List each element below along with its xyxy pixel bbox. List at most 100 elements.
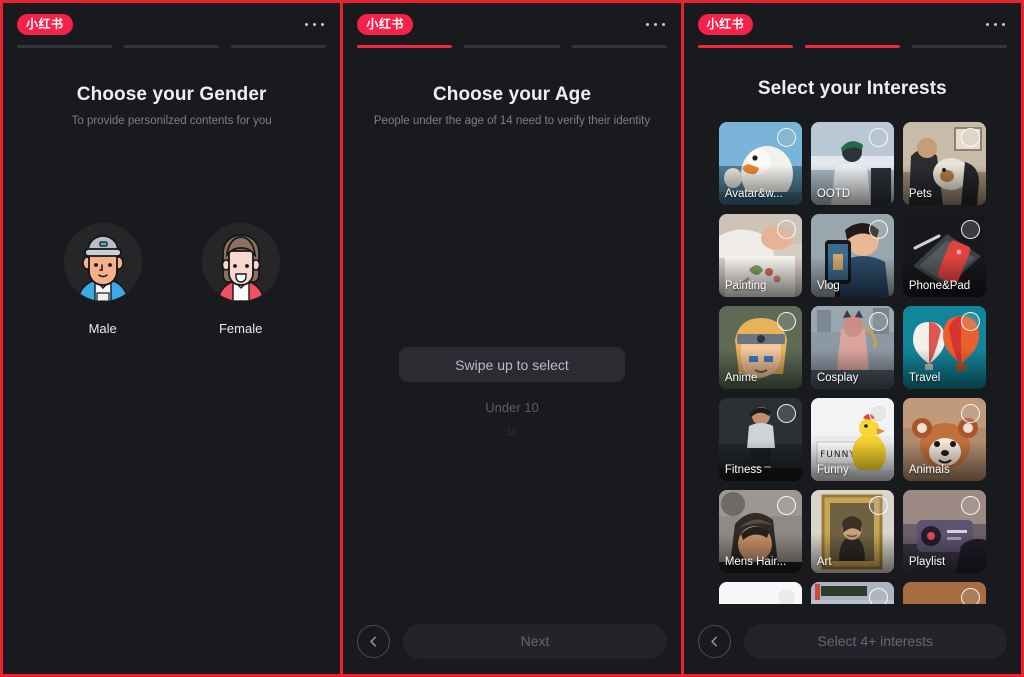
interest-tile[interactable]: OOTD (810, 122, 894, 205)
interest-tile[interactable]: Animals (902, 398, 986, 481)
interest-label: Mens Hair... (724, 556, 787, 568)
interest-tile[interactable]: Vlog (810, 214, 894, 297)
progress-step-2 (124, 45, 220, 48)
interest-tile[interactable]: Art (810, 490, 894, 573)
app-logo: 小红书 (357, 13, 413, 35)
more-options-icon[interactable] (645, 22, 667, 26)
interest-checkbox[interactable] (960, 496, 980, 515)
age-heading-block: Choose your Age People under the age of … (343, 84, 680, 127)
page-title: Select your Interests (757, 78, 947, 99)
interest-label: Avatar&w... (724, 188, 783, 200)
more-options-icon[interactable] (305, 22, 326, 26)
progress-step-2 (464, 45, 560, 48)
interest-checkbox[interactable] (960, 312, 980, 331)
interest-label: Animals (908, 464, 950, 476)
age-picker[interactable]: Swipe up to select Under 10 10 (343, 347, 680, 437)
interest-checkbox[interactable] (868, 312, 888, 331)
interest-checkbox[interactable] (776, 588, 796, 604)
progress-step-3 (231, 45, 327, 48)
interest-checkbox[interactable] (868, 404, 888, 423)
interest-checkbox[interactable] (868, 128, 888, 147)
age-option-10[interactable]: 10 (507, 427, 517, 437)
page-title: Choose your Gender (76, 84, 267, 105)
progress-step-2 (804, 45, 900, 48)
top-bar: 小红书 (343, 3, 680, 37)
top-bar: 小红书 (3, 3, 340, 37)
interest-label: Fitness (724, 464, 762, 476)
interest-tile[interactable]: Travel (902, 306, 986, 389)
progress-indicator-gender (3, 37, 340, 48)
app-logo: 小红书 (17, 13, 73, 35)
interest-tile[interactable]: Avatar&w... (718, 122, 802, 205)
next-button[interactable]: Next (403, 623, 667, 659)
onboarding-screens: 小红书 Choose your Gender To provide person… (0, 0, 1024, 677)
interest-checkbox[interactable] (776, 496, 796, 515)
interest-tile[interactable]: Fitness (718, 398, 802, 481)
app-logo: 小红书 (697, 13, 754, 35)
interest-label: Pets (908, 188, 932, 200)
screen-select-interests: 小红书 Select your Interests Avatar&w... OOT… (683, 3, 1021, 674)
progress-step-1 (17, 45, 113, 48)
interest-tile[interactable] (810, 582, 894, 604)
female-avatar (201, 223, 280, 301)
interest-tile[interactable] (902, 582, 986, 604)
bottom-bar: Select 4+ interests (683, 608, 1021, 674)
select-interests-button[interactable]: Select 4+ interests (743, 623, 1007, 659)
swipe-hint[interactable]: Swipe up to select (398, 347, 625, 382)
interest-label: Art (816, 556, 832, 568)
progress-indicator-age (343, 37, 680, 48)
interest-tile[interactable]: Pets (902, 122, 986, 205)
interest-tile[interactable]: Playlist (902, 490, 986, 573)
interests-heading-block: Select your Interests (684, 78, 1021, 100)
interest-checkbox[interactable] (776, 312, 796, 331)
interest-label: Cosplay (816, 372, 859, 384)
interest-checkbox[interactable] (960, 220, 980, 239)
interest-tile[interactable]: Painting (718, 214, 802, 297)
more-options-icon[interactable] (985, 22, 1007, 26)
screen-choose-gender: 小红书 Choose your Gender To provide person… (3, 3, 341, 674)
interest-checkbox[interactable] (776, 128, 796, 147)
interest-tile[interactable]: Mens Hair... (718, 490, 802, 573)
female-label: Female (218, 321, 263, 336)
page-subtitle: To provide personilzed contents for you (71, 115, 272, 127)
interest-label: Playlist (908, 556, 946, 568)
interest-checkbox[interactable] (868, 588, 888, 604)
page-title: Choose your Age (432, 84, 592, 105)
interest-label: Travel (908, 372, 941, 384)
interest-tile[interactable]: Anime (718, 306, 802, 389)
male-label: Male (88, 321, 117, 336)
interest-label: Anime (724, 372, 758, 384)
interest-checkbox[interactable] (960, 128, 980, 147)
back-button[interactable] (357, 624, 391, 658)
male-avatar (63, 223, 142, 301)
gender-options: Male Female (3, 223, 340, 336)
bottom-bar: Next (343, 608, 681, 674)
chevron-left-icon (710, 636, 717, 646)
chevron-left-icon (370, 636, 377, 646)
interest-tile[interactable] (718, 582, 802, 604)
interest-checkbox[interactable] (960, 404, 980, 423)
interest-checkbox[interactable] (960, 588, 980, 604)
progress-step-3 (911, 45, 1007, 48)
interest-label: Phone&Pad (908, 280, 971, 292)
interests-grid: Avatar&w... OOTD Pets Painting Vlog Phone&Pad… (684, 122, 1021, 604)
interest-label: Funny (816, 464, 849, 476)
interest-checkbox[interactable] (776, 220, 796, 239)
screen-choose-age: 小红书 Choose your Age People under the age… (343, 3, 681, 674)
progress-indicator-interests (684, 37, 1021, 48)
interest-label: Vlog (816, 280, 840, 292)
interest-tile[interactable]: Cosplay (810, 306, 894, 389)
interest-checkbox[interactable] (868, 496, 888, 515)
back-button[interactable] (697, 624, 731, 658)
age-option-under-10[interactable]: Under 10 (485, 400, 538, 415)
gender-heading-block: Choose your Gender To provide personilze… (3, 84, 340, 127)
interest-checkbox[interactable] (868, 220, 888, 239)
interest-label: Painting (724, 280, 767, 292)
gender-option-male[interactable]: Male (63, 223, 142, 336)
gender-option-female[interactable]: Female (201, 223, 280, 336)
interest-tile[interactable]: FUNNYFunny (810, 398, 894, 481)
interest-checkbox[interactable] (776, 404, 796, 423)
page-subtitle: People under the age of 14 need to verif… (373, 115, 651, 127)
interest-tile[interactable]: Phone&Pad (902, 214, 986, 297)
interest-label: OOTD (816, 188, 851, 200)
